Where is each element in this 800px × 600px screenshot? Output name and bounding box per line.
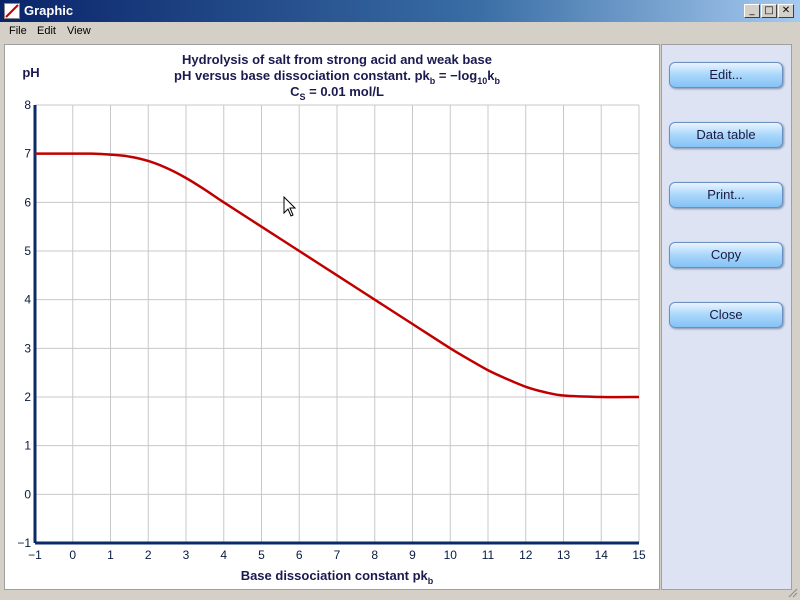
x-tick-label: 15 xyxy=(632,548,646,562)
chart-title: Hydrolysis of salt from strong acid and … xyxy=(182,52,492,67)
y-tick-label: 5 xyxy=(24,244,31,258)
chart: −1 0 1 2 3 4 5 6 7 8 9 10 11 12 13 14 15−1012345678Hydro… xyxy=(17,52,646,586)
x-tick-label: 14 xyxy=(595,548,609,562)
close-button[interactable]: Close xyxy=(669,302,783,328)
x-tick-label: 3 xyxy=(183,548,190,562)
x-tick-label: 11 xyxy=(482,548,495,562)
print-button[interactable]: Print... xyxy=(669,182,783,208)
x-tick-label: 9 xyxy=(409,548,416,562)
x-tick-label: 10 xyxy=(444,548,458,562)
minimize-button[interactable]: _ xyxy=(744,4,760,18)
mouse-cursor-icon xyxy=(283,196,297,217)
x-tick-label: 13 xyxy=(557,548,571,562)
y-tick-label: 0 xyxy=(24,487,31,501)
chart-concentration: CS = 0.01 mol/L xyxy=(290,84,384,102)
x-axis-label: Base dissociation constant pkb xyxy=(241,568,434,586)
window-title: Graphic xyxy=(24,3,74,18)
menu-view[interactable]: View xyxy=(67,25,91,37)
close-window-button[interactable]: ✕ xyxy=(778,4,794,18)
title-bar: Graphic _ □ ✕ xyxy=(0,0,800,22)
y-tick-label: 1 xyxy=(24,439,31,453)
x-tick-label: −1 xyxy=(28,548,42,562)
edit-button[interactable]: Edit... xyxy=(669,62,783,88)
button-panel: Edit... Data table Print... Copy Close xyxy=(661,44,792,590)
y-tick-label: −1 xyxy=(17,536,31,550)
x-tick-label: 12 xyxy=(519,548,533,562)
x-tick-label: 7 xyxy=(334,548,341,562)
x-tick-label: 2 xyxy=(145,548,152,562)
x-tick-label: 0 xyxy=(69,548,76,562)
y-axis-label: pH xyxy=(22,65,39,80)
x-tick-label: 5 xyxy=(258,548,265,562)
menu-bar: File Edit View xyxy=(0,22,800,41)
y-tick-label: 2 xyxy=(24,390,31,404)
y-tick-label: 4 xyxy=(24,293,31,307)
y-tick-label: 8 xyxy=(24,98,31,112)
y-tick-label: 6 xyxy=(24,195,31,209)
x-tick-label: 4 xyxy=(220,548,227,562)
y-tick-label: 7 xyxy=(24,147,31,161)
maximize-button[interactable]: □ xyxy=(761,4,777,18)
menu-file[interactable]: File xyxy=(9,25,27,37)
menu-edit[interactable]: Edit xyxy=(37,25,56,37)
copy-button[interactable]: Copy xyxy=(669,242,783,268)
data-table-button[interactable]: Data table xyxy=(669,122,783,148)
x-tick-label: 6 xyxy=(296,548,303,562)
x-tick-label: 1 xyxy=(107,548,114,562)
plot-panel: −1 0 1 2 3 4 5 6 7 8 9 10 11 12 13 14 15 −1 0 1 2 3 4 5 6 7 8 Hydro… xyxy=(4,44,660,590)
x-tick-label: 8 xyxy=(371,548,378,562)
y-tick-label: 3 xyxy=(24,341,31,355)
app-icon xyxy=(4,3,20,19)
resize-grip[interactable] xyxy=(786,586,798,598)
